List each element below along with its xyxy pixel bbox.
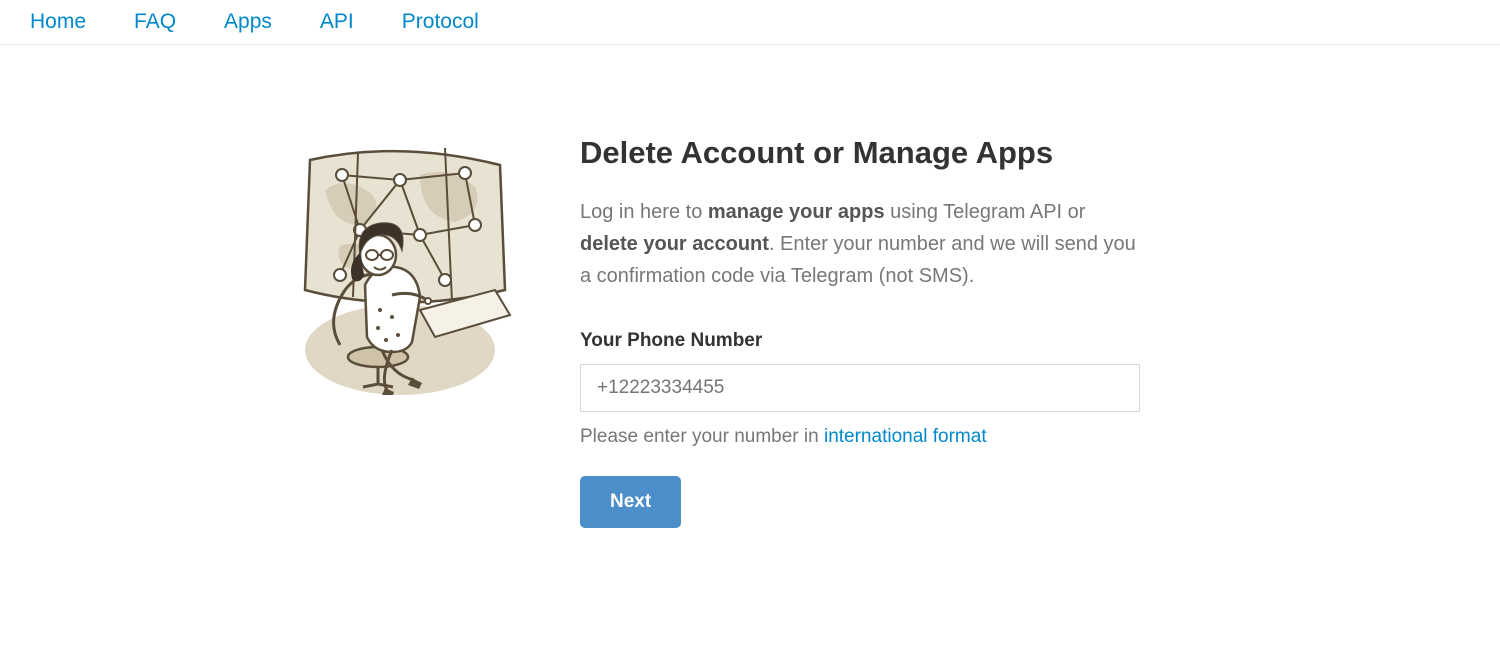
desc-strong-delete: delete your account xyxy=(580,233,769,255)
nav-faq[interactable]: FAQ xyxy=(134,10,176,33)
nav-protocol[interactable]: Protocol xyxy=(402,10,479,33)
description-text: Log in here to manage your apps using Te… xyxy=(580,196,1140,292)
main-content: Delete Account or Manage Apps Log in her… xyxy=(240,45,1260,528)
top-nav: Home FAQ Apps API Protocol xyxy=(0,0,1500,45)
page-title: Delete Account or Manage Apps xyxy=(580,135,1250,171)
desc-mid: using Telegram API or xyxy=(885,201,1086,223)
desc-strong-manage: manage your apps xyxy=(708,201,885,223)
nav-home[interactable]: Home xyxy=(30,10,86,33)
international-format-link[interactable]: international format xyxy=(824,426,987,447)
desc-prefix: Log in here to xyxy=(580,201,708,223)
form-column: Delete Account or Manage Apps Log in her… xyxy=(580,135,1260,528)
nav-apps[interactable]: Apps xyxy=(224,10,272,33)
phone-label: Your Phone Number xyxy=(580,330,1250,352)
illustration xyxy=(240,135,530,528)
helper-text: Please enter your number in internationa… xyxy=(580,426,1250,448)
telegram-assistant-illustration-icon xyxy=(270,135,530,395)
next-button[interactable]: Next xyxy=(580,476,681,528)
nav-api[interactable]: API xyxy=(320,10,354,33)
nav-list: Home FAQ Apps API Protocol xyxy=(30,10,1470,34)
phone-input[interactable] xyxy=(580,364,1140,412)
helper-prefix: Please enter your number in xyxy=(580,426,824,447)
